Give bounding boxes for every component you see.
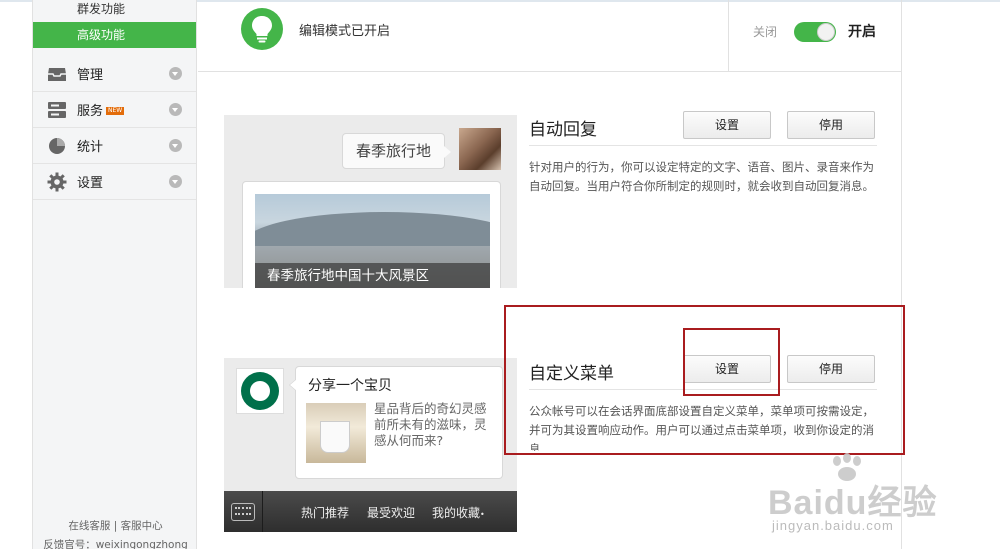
- news-image: 春季旅行地中国十大风景区: [255, 194, 490, 288]
- sidebar-footer-links: 在线客服 | 客服中心: [33, 518, 198, 533]
- sidebar-item-label: 服务: [77, 104, 104, 119]
- auto-reply-set-button[interactable]: 设置: [683, 111, 771, 139]
- inbox-icon: [47, 65, 67, 83]
- sidebar-footer-account: 反馈官号：weixingongzhong: [43, 539, 188, 549]
- sidebar-item-manage[interactable]: 管理: [33, 56, 196, 92]
- keyboard-icon[interactable]: [231, 503, 255, 521]
- starbucks-logo-icon: [236, 368, 284, 414]
- avatar: [459, 128, 501, 170]
- sidebar-item-settings[interactable]: 设置: [33, 164, 196, 200]
- section-divider: [529, 145, 877, 146]
- auto-reply-title: 自动回复: [529, 120, 597, 140]
- baidu-watermark: Baidu经验 jingyan.baidu.com: [768, 453, 1000, 549]
- menu-item-hot[interactable]: 热门推荐: [301, 504, 349, 521]
- toggle-off-label[interactable]: 关闭: [753, 23, 777, 40]
- help-center-link[interactable]: 客服中心: [121, 520, 163, 532]
- lightbulb-icon: [241, 8, 283, 50]
- auto-reply-preview: 春季旅行地 春季旅行地中国十大风景区: [224, 115, 517, 288]
- auto-reply-description: 针对用户的行为，你可以设定特定的文字、语音、图片、录音来作为自动回复。当用户符合…: [529, 160, 874, 193]
- news-caption: 春季旅行地中国十大风景区: [255, 263, 490, 288]
- footer-separator: |: [113, 520, 118, 532]
- coffee-thumbnail: [306, 403, 366, 463]
- toggle-knob: [817, 23, 835, 41]
- watermark-url: jingyan.baidu.com: [772, 518, 894, 533]
- highlight-box-button: [683, 328, 780, 396]
- sidebar-subitem-mass-send[interactable]: 群发功能: [33, 0, 196, 22]
- sidebar: 群发功能 高级功能 管理 服务 NEW 统计 设置 在线客服 | 客服中心 反馈…: [32, 0, 197, 549]
- toggle-on-label[interactable]: 开启: [848, 21, 876, 41]
- edit-mode-toggle[interactable]: [794, 22, 836, 42]
- custom-menu-bar: 热门推荐 最受欢迎 我的收藏•: [224, 491, 517, 532]
- menu-separator: [262, 491, 263, 532]
- new-badge: NEW: [106, 106, 125, 115]
- custom-menu-preview: 分享一个宝贝 星品背后的奇幻灵感前所未有的滋味，灵感从何而来? 热门推荐 最受欢…: [224, 358, 517, 532]
- sidebar-item-label: 统计: [77, 140, 104, 155]
- sidebar-item-stats[interactable]: 统计: [33, 128, 196, 164]
- chevron-down-icon[interactable]: [169, 103, 182, 116]
- menu-item-popular[interactable]: 最受欢迎: [367, 504, 415, 521]
- pie-chart-icon: [47, 137, 67, 155]
- sidebar-item-label: 管理: [77, 68, 104, 83]
- message-title: 分享一个宝贝: [308, 378, 392, 394]
- message-card: 分享一个宝贝 星品背后的奇幻灵感前所未有的滋味，灵感从何而来?: [289, 366, 503, 479]
- watermark-brand: Baidu经验: [768, 484, 938, 522]
- sidebar-subitem-advanced[interactable]: 高级功能: [33, 22, 196, 48]
- page-title: 编辑模式已开启: [299, 24, 391, 39]
- sidebar-item-label: 设置: [77, 176, 104, 191]
- chevron-down-icon[interactable]: [169, 175, 182, 188]
- server-icon: [47, 101, 67, 119]
- chevron-down-icon[interactable]: [169, 67, 182, 80]
- header-divider: [728, 0, 729, 72]
- message-description: 星品背后的奇幻灵感前所未有的滋味，灵感从何而来?: [374, 401, 487, 448]
- chevron-down-icon[interactable]: [169, 139, 182, 152]
- menu-item-favorites[interactable]: 我的收藏•: [432, 504, 485, 521]
- auto-reply-disable-button[interactable]: 停用: [787, 111, 875, 139]
- online-service-link[interactable]: 在线客服: [68, 520, 110, 532]
- sidebar-item-service[interactable]: 服务 NEW: [33, 92, 196, 128]
- news-card: 春季旅行地中国十大风景区: [242, 181, 501, 288]
- chat-bubble: 春季旅行地: [342, 133, 452, 169]
- mode-header: 编辑模式已开启 关闭 开启: [198, 0, 902, 72]
- gear-icon: [47, 172, 67, 191]
